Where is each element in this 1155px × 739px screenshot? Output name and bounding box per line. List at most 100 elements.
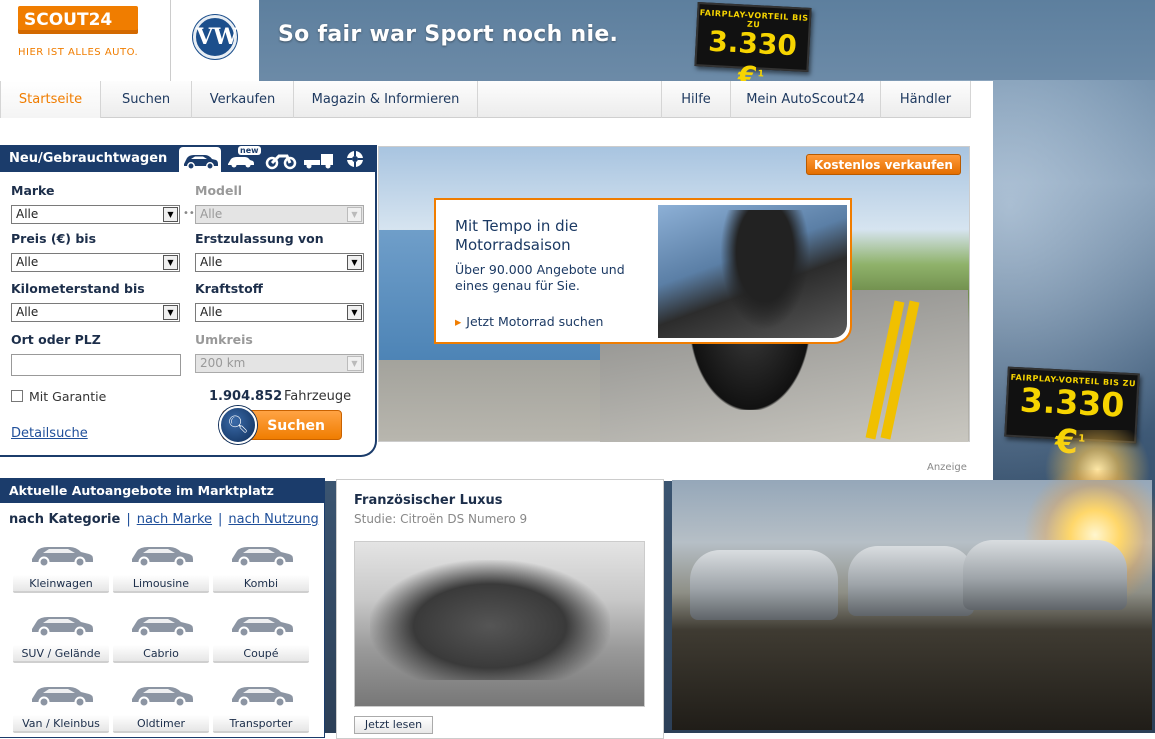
new-tag: new — [238, 146, 261, 155]
ad-label: Anzeige — [927, 462, 967, 473]
tab-separator: | — [218, 512, 223, 527]
preis-value: Alle — [16, 255, 39, 269]
preis-label: Preis (€) bis — [11, 231, 97, 246]
vw-logo-text: VW — [196, 24, 238, 50]
category-item[interactable]: Van / Kleinbus — [12, 675, 110, 739]
nav-hilfe[interactable]: Hilfe — [661, 81, 731, 118]
tab-marke[interactable]: nach Marke — [137, 512, 212, 527]
ort-input[interactable] — [11, 354, 181, 376]
article-subtitle: Studie: Citroën DS Numero 9 — [354, 512, 528, 526]
detailsuche-link[interactable]: Detailsuche — [11, 426, 88, 441]
car-silhouette-icon — [32, 547, 93, 567]
category-item[interactable]: Kleinwagen — [12, 535, 110, 599]
tab-new-car[interactable]: new — [226, 146, 261, 173]
magnifier-icon[interactable]: 🔍︎ — [219, 406, 257, 444]
category-item[interactable]: Limousine — [112, 535, 210, 599]
category-label: Coupé — [213, 645, 309, 663]
chevron-down-icon: ▼ — [163, 207, 178, 222]
wheel-icon — [347, 151, 363, 167]
kraftstoff-select[interactable]: Alle ▼ — [195, 303, 364, 322]
citroen-car-image — [370, 560, 610, 680]
umkreis-value: 200 km — [200, 356, 246, 370]
read-more-button[interactable]: Jetzt lesen — [354, 716, 433, 734]
nav-startseite[interactable]: Startseite — [0, 81, 101, 118]
car-silhouette-icon — [32, 617, 93, 637]
tab-kategorie[interactable]: nach Kategorie — [9, 512, 120, 527]
preis-select[interactable]: Alle ▼ — [11, 253, 180, 272]
tab-nutzung[interactable]: nach Nutzung — [228, 512, 318, 527]
ort-label: Ort oder PLZ — [11, 332, 101, 347]
erstzulassung-select[interactable]: Alle ▼ — [195, 253, 364, 272]
ad-car-2 — [848, 546, 974, 616]
motorbike-icon — [265, 154, 297, 170]
truck-icon — [304, 154, 333, 169]
promo-text: Über 90.000 Angebote und eines genau für… — [455, 262, 625, 293]
result-count: 1.904.852 — [209, 389, 283, 404]
nav-verkaufen[interactable]: Verkaufen — [192, 81, 294, 118]
modell-value: Alle — [200, 207, 223, 221]
umkreis-label: Umkreis — [195, 332, 253, 347]
car-silhouette-icon — [132, 547, 193, 567]
link-dots-icon: •• — [183, 208, 195, 219]
category-item[interactable]: Cabrio — [112, 605, 210, 669]
category-item[interactable]: Oldtimer — [112, 675, 210, 739]
promo-rider-image — [720, 210, 810, 330]
tab-truck[interactable] — [302, 150, 336, 173]
category-label: Limousine — [113, 575, 209, 593]
main-navigation: Startseite Suchen Verkaufen Magazin & In… — [0, 81, 971, 118]
chevron-down-icon: ▼ — [347, 255, 362, 270]
category-label: Van / Kleinbus — [13, 715, 109, 733]
marke-label: Marke — [11, 183, 55, 198]
car-silhouette-icon — [132, 687, 193, 707]
category-item[interactable]: Transporter — [212, 675, 310, 739]
category-label: Cabrio — [113, 645, 209, 663]
tab-separator: | — [126, 512, 131, 527]
category-label: Oldtimer — [113, 715, 209, 733]
autoscout24-logo[interactable]: SCOUT24 — [18, 6, 138, 34]
km-value: Alle — [16, 305, 39, 319]
price-badge-top[interactable]: FAIRPLAY-VORTEIL BIS ZU 3.330 €1 — [694, 2, 812, 94]
search-title: Neu/Gebrauchtwagen — [9, 151, 168, 166]
article-title[interactable]: Französischer Luxus — [354, 493, 503, 508]
sell-free-button[interactable]: Kostenlos verkaufen — [806, 154, 961, 175]
garantie-checkbox[interactable] — [11, 390, 23, 402]
nav-magazin[interactable]: Magazin & Informieren — [294, 81, 478, 118]
modell-label: Modell — [195, 183, 243, 198]
tab-parts[interactable] — [345, 149, 365, 172]
promo-title: Mit Tempo in die Motorradsaison — [455, 217, 579, 254]
nav-mein-autoscout24[interactable]: Mein AutoScout24 — [731, 81, 881, 118]
chevron-down-icon: ▼ — [347, 207, 362, 222]
garantie-label[interactable]: Mit Garantie — [29, 389, 106, 404]
tab-motorbike[interactable] — [265, 150, 297, 173]
erstzulassung-label: Erstzulassung von — [195, 231, 324, 246]
promo-link[interactable]: Jetzt Motorrad suchen — [455, 314, 603, 329]
category-label: SUV / Gelände — [13, 645, 109, 663]
marketplace-title: Aktuelle Autoangebote im Marktplatz — [0, 478, 325, 503]
kraftstoff-label: Kraftstoff — [195, 281, 263, 296]
modell-select[interactable]: Alle ▼ — [195, 205, 364, 224]
tab-car[interactable] — [179, 147, 221, 173]
category-label: Transporter — [213, 715, 309, 733]
ad-car-3 — [963, 540, 1127, 610]
nav-suchen[interactable]: Suchen — [101, 81, 192, 118]
category-item[interactable]: Kombi — [212, 535, 310, 599]
category-item[interactable]: Coupé — [212, 605, 310, 669]
logo-tagline: HIER IST ALLES AUTO. — [18, 47, 139, 58]
chevron-down-icon: ▼ — [163, 255, 178, 270]
marketplace-tabs: nach Kategorie | nach Marke | nach Nutzung — [9, 512, 319, 527]
ad-car-1 — [690, 550, 838, 620]
banner-slogan[interactable]: So fair war Sport noch nie. — [278, 22, 618, 47]
km-select[interactable]: Alle ▼ — [11, 303, 180, 322]
chevron-down-icon: ▼ — [347, 356, 362, 371]
category-label: Kombi — [213, 575, 309, 593]
category-item[interactable]: SUV / Gelände — [12, 605, 110, 669]
search-icon: 🔍︎ — [227, 415, 249, 435]
umkreis-select[interactable]: 200 km ▼ — [195, 354, 364, 373]
car-silhouette-icon — [32, 687, 93, 707]
vw-logo-icon[interactable]: VW — [193, 15, 238, 59]
nav-haendler[interactable]: Händler — [881, 81, 971, 118]
marke-select[interactable]: Alle ▼ — [11, 205, 180, 224]
car-icon — [184, 155, 218, 170]
car-silhouette-icon — [232, 687, 293, 707]
category-label: Kleinwagen — [13, 575, 109, 593]
